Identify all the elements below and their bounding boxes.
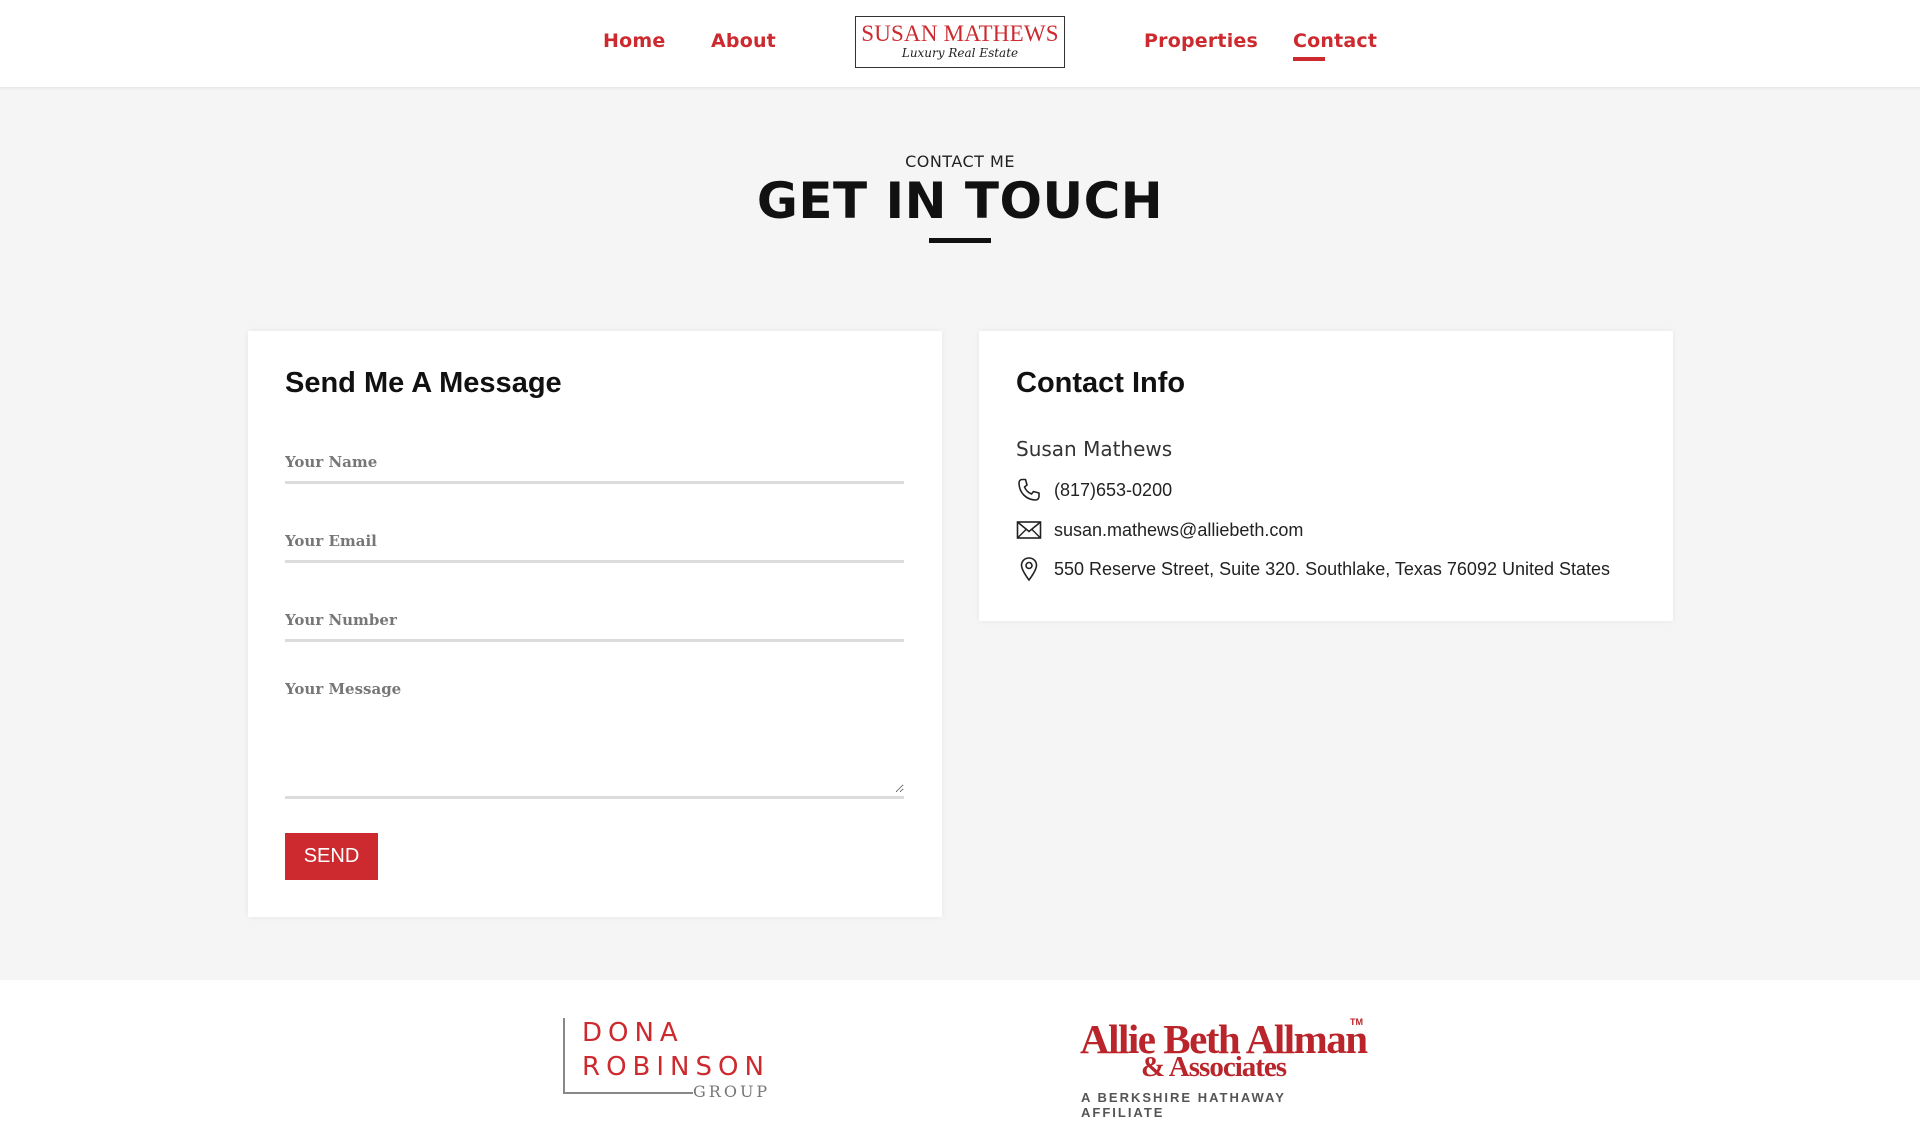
street-address: 550 Reserve Street, Suite 320. Southlake… <box>1054 558 1611 579</box>
logo-wordmark: SUSAN MATHEWS <box>861 21 1059 46</box>
number-input[interactable] <box>285 601 904 639</box>
map-pin-icon <box>1016 556 1042 582</box>
email-row: susan.mathews@alliebeth.com <box>1016 516 1303 544</box>
dona-logo-line1: DONA <box>582 1018 684 1048</box>
form-title: Send Me A Message <box>285 367 562 399</box>
site-logo[interactable]: SUSAN MATHEWS Luxury Real Estate <box>855 16 1065 68</box>
page-title: GET IN TOUCH <box>756 172 1164 230</box>
number-field-wrapper <box>285 601 904 642</box>
contact-info-card: Contact Info Susan Mathews (817)653-0200… <box>979 331 1673 621</box>
dona-logo-line2: ROBINSON <box>582 1052 770 1082</box>
logo-tagline: Luxury Real Estate <box>901 46 1019 60</box>
abaa-logo-tagline: A BERKSHIRE HATHAWAY AFFILIATE <box>1081 1090 1286 1120</box>
envelope-icon <box>1016 517 1042 543</box>
section-eyebrow: CONTACT ME <box>905 152 1015 171</box>
message-form-card: Send Me A Message SEND <box>248 331 942 917</box>
contact-info-title: Contact Info <box>1016 367 1186 399</box>
name-input[interactable] <box>285 443 904 481</box>
phone-number[interactable]: (817)653-0200 <box>1054 480 1172 501</box>
send-button[interactable]: SEND <box>285 833 378 880</box>
title-underline <box>929 238 991 243</box>
message-field-wrapper <box>285 680 904 799</box>
abaa-logo-trademark: TM <box>1350 1017 1363 1027</box>
phone-row: (817)653-0200 <box>1016 476 1172 504</box>
email-field-wrapper <box>285 522 904 563</box>
dona-robinson-group-logo[interactable]: DONA ROBINSON GROUP <box>563 1018 773 1102</box>
allie-beth-allman-logo[interactable]: Allie Beth Allman TM & Associates A BERK… <box>1080 1015 1370 1125</box>
site-header: Home About SUSAN MATHEWS Luxury Real Est… <box>0 0 1920 87</box>
email-address[interactable]: susan.mathews@alliebeth.com <box>1054 520 1303 541</box>
nav-properties[interactable]: Properties <box>1144 30 1258 52</box>
agent-name: Susan Mathews <box>1016 437 1173 461</box>
address-row: 550 Reserve Street, Suite 320. Southlake… <box>1016 555 1610 583</box>
message-textarea[interactable] <box>285 680 904 793</box>
site-footer: DONA ROBINSON GROUP Allie Beth Allman TM… <box>0 980 1920 1142</box>
nav-home[interactable]: Home <box>603 30 665 52</box>
nav-contact[interactable]: Contact <box>1293 30 1377 61</box>
dona-logo-line3: GROUP <box>693 1082 771 1101</box>
abaa-logo-line2: & Associates <box>1141 1051 1287 1083</box>
phone-icon <box>1016 477 1042 503</box>
email-input[interactable] <box>285 522 904 560</box>
name-field-wrapper <box>285 443 904 484</box>
nav-about[interactable]: About <box>711 30 776 52</box>
